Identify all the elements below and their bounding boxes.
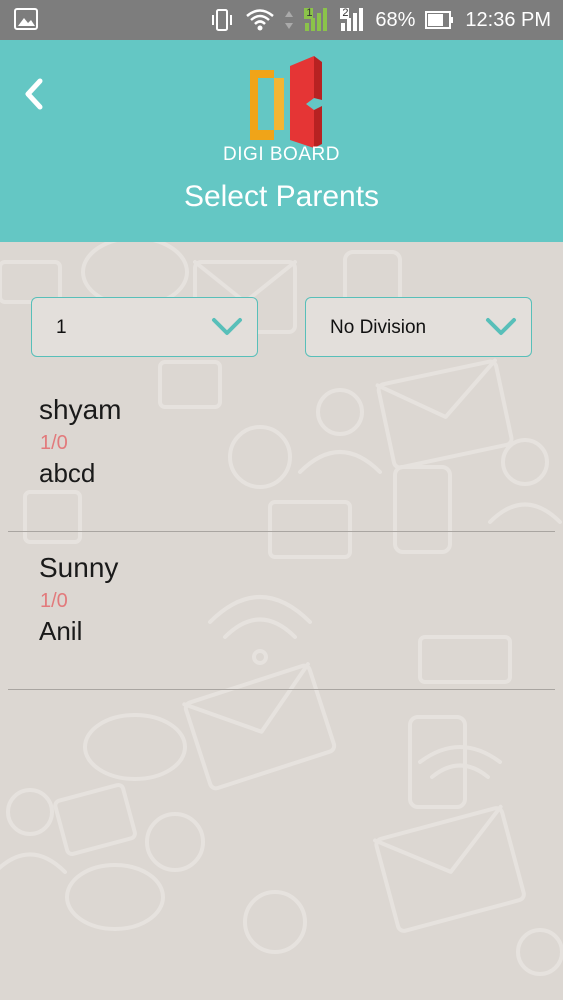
page-title: Select Parents bbox=[183, 180, 380, 213]
division-dropdown-value: No Division bbox=[330, 317, 427, 338]
class-dropdown-value: 1 bbox=[56, 317, 67, 338]
class-division-count: 1/0 bbox=[40, 590, 68, 612]
status-bar: 1 2 68% 12:36 PM bbox=[0, 0, 563, 40]
parent-name: abcd bbox=[39, 458, 96, 488]
chevron-down-icon bbox=[212, 318, 242, 335]
clock: 12:36 PM bbox=[465, 8, 551, 31]
wifi-icon bbox=[245, 8, 275, 32]
class-division-count: 1/0 bbox=[40, 432, 68, 454]
sim2-label: 2 bbox=[342, 7, 349, 19]
student-name: Sunny bbox=[39, 552, 119, 583]
vibrate-icon bbox=[209, 8, 235, 32]
back-arrow-icon bbox=[25, 78, 43, 110]
data-arrows-icon bbox=[285, 9, 294, 31]
signal-sim2-icon: 2 bbox=[339, 7, 365, 33]
list-item[interactable]: shyam 1/0 abcd bbox=[8, 374, 555, 532]
brand-name: DIGI BOARD bbox=[223, 144, 340, 165]
back-button[interactable] bbox=[14, 74, 54, 114]
sim1-label: 1 bbox=[306, 7, 313, 19]
chevron-down-icon bbox=[486, 318, 516, 335]
content-area: 1 No Division shyam 1/0 abcd Sunny 1/0 A… bbox=[0, 242, 563, 1000]
division-dropdown[interactable]: No Division bbox=[305, 297, 532, 357]
gallery-notification-icon bbox=[14, 8, 38, 35]
signal-sim1-icon: 1 bbox=[303, 7, 329, 33]
battery-icon bbox=[425, 10, 455, 30]
list-item[interactable]: Sunny 1/0 Anil bbox=[8, 532, 555, 690]
app-header: DIGI BOARD Select Parents bbox=[0, 40, 563, 242]
class-dropdown[interactable]: 1 bbox=[31, 297, 258, 357]
student-name: shyam bbox=[39, 394, 122, 425]
battery-percent: 68% bbox=[375, 8, 416, 31]
parent-name: Anil bbox=[39, 616, 83, 646]
